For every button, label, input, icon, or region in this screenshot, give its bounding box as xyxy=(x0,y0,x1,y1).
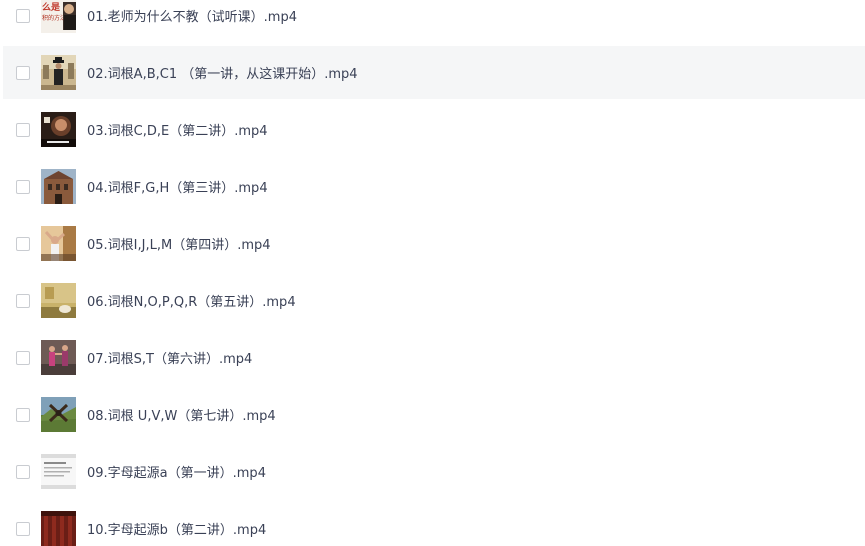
thumb-dancers-icon xyxy=(41,340,76,375)
file-name[interactable]: 10.字母起源b（第二讲）.mp4 xyxy=(87,519,266,538)
video-thumbnail[interactable] xyxy=(41,340,76,375)
file-row[interactable]: 09.字母起源a（第一讲）.mp4 xyxy=(3,445,865,498)
file-row[interactable]: 08.词根 U,V,W（第七讲）.mp4 xyxy=(3,388,865,441)
file-name[interactable]: 06.词根N,O,P,Q,R（第五讲）.mp4 xyxy=(87,291,296,310)
row-checkbox[interactable] xyxy=(16,350,30,365)
video-thumbnail[interactable] xyxy=(41,169,76,204)
video-thumbnail[interactable] xyxy=(41,283,76,318)
file-name[interactable]: 07.词根S,T（第六讲）.mp4 xyxy=(87,348,252,367)
thumb-room-icon xyxy=(41,283,76,318)
row-checkbox[interactable] xyxy=(16,521,30,536)
file-name[interactable]: 09.字母起源a（第一讲）.mp4 xyxy=(87,462,266,481)
video-thumbnail[interactable] xyxy=(41,112,76,147)
video-thumbnail[interactable] xyxy=(41,397,76,432)
thumb-landscape-icon xyxy=(41,397,76,432)
row-checkbox[interactable] xyxy=(16,8,30,23)
file-name[interactable]: 03.词根C,D,E（第二讲）.mp4 xyxy=(87,120,268,139)
thumb-person-arms-up-icon xyxy=(41,226,76,261)
video-thumbnail[interactable]: 么是 积的方法 xyxy=(41,0,76,33)
video-thumbnail[interactable] xyxy=(41,454,76,489)
thumb-building-icon xyxy=(41,169,76,204)
thumb-man-in-hat-icon xyxy=(41,55,76,90)
file-name[interactable]: 01.老师为什么不教（试听课）.mp4 xyxy=(87,6,297,25)
thumb-slide-icon xyxy=(41,454,76,489)
thumb-subtitle-text: 积的方法 xyxy=(42,14,66,22)
file-name[interactable]: 04.词根F,G,H（第三讲）.mp4 xyxy=(87,177,268,196)
file-row[interactable]: 02.词根A,B,C1 （第一讲，从这课开始）.mp4 xyxy=(3,46,865,99)
file-row[interactable]: 04.词根F,G,H（第三讲）.mp4 xyxy=(3,160,865,213)
file-name[interactable]: 05.词根I,J,L,M（第四讲）.mp4 xyxy=(87,234,271,253)
file-row[interactable]: 06.词根N,O,P,Q,R（第五讲）.mp4 xyxy=(3,274,865,327)
row-checkbox[interactable] xyxy=(16,236,30,251)
row-checkbox[interactable] xyxy=(16,464,30,479)
row-checkbox[interactable] xyxy=(16,407,30,422)
file-row[interactable]: 07.词根S,T（第六讲）.mp4 xyxy=(3,331,865,384)
video-thumbnail[interactable] xyxy=(41,511,76,546)
row-checkbox[interactable] xyxy=(16,122,30,137)
video-thumbnail[interactable] xyxy=(41,226,76,261)
row-checkbox[interactable] xyxy=(16,293,30,308)
row-checkbox[interactable] xyxy=(16,179,30,194)
file-row[interactable]: 10.字母起源b（第二讲）.mp4 xyxy=(3,502,865,546)
file-row[interactable]: 03.词根C,D,E（第二讲）.mp4 xyxy=(3,103,865,156)
file-row[interactable]: 05.词根I,J,L,M（第四讲）.mp4 xyxy=(3,217,865,270)
file-name[interactable]: 02.词根A,B,C1 （第一讲，从这课开始）.mp4 xyxy=(87,63,358,82)
thumb-dark-scene-icon xyxy=(41,112,76,147)
video-thumbnail[interactable] xyxy=(41,55,76,90)
thumb-title-card-icon: 么是 积的方法 xyxy=(41,0,76,33)
file-list: 么是 积的方法 01.老师为什么不教（试听课）.mp4 02.词根A,B,C1 … xyxy=(0,0,865,546)
thumb-title-text: 么是 xyxy=(42,1,61,13)
thumb-red-curtain-icon xyxy=(41,511,76,546)
file-row[interactable]: 么是 积的方法 01.老师为什么不教（试听课）.mp4 xyxy=(3,0,865,42)
file-name[interactable]: 08.词根 U,V,W（第七讲）.mp4 xyxy=(87,405,276,424)
row-checkbox[interactable] xyxy=(16,65,30,80)
